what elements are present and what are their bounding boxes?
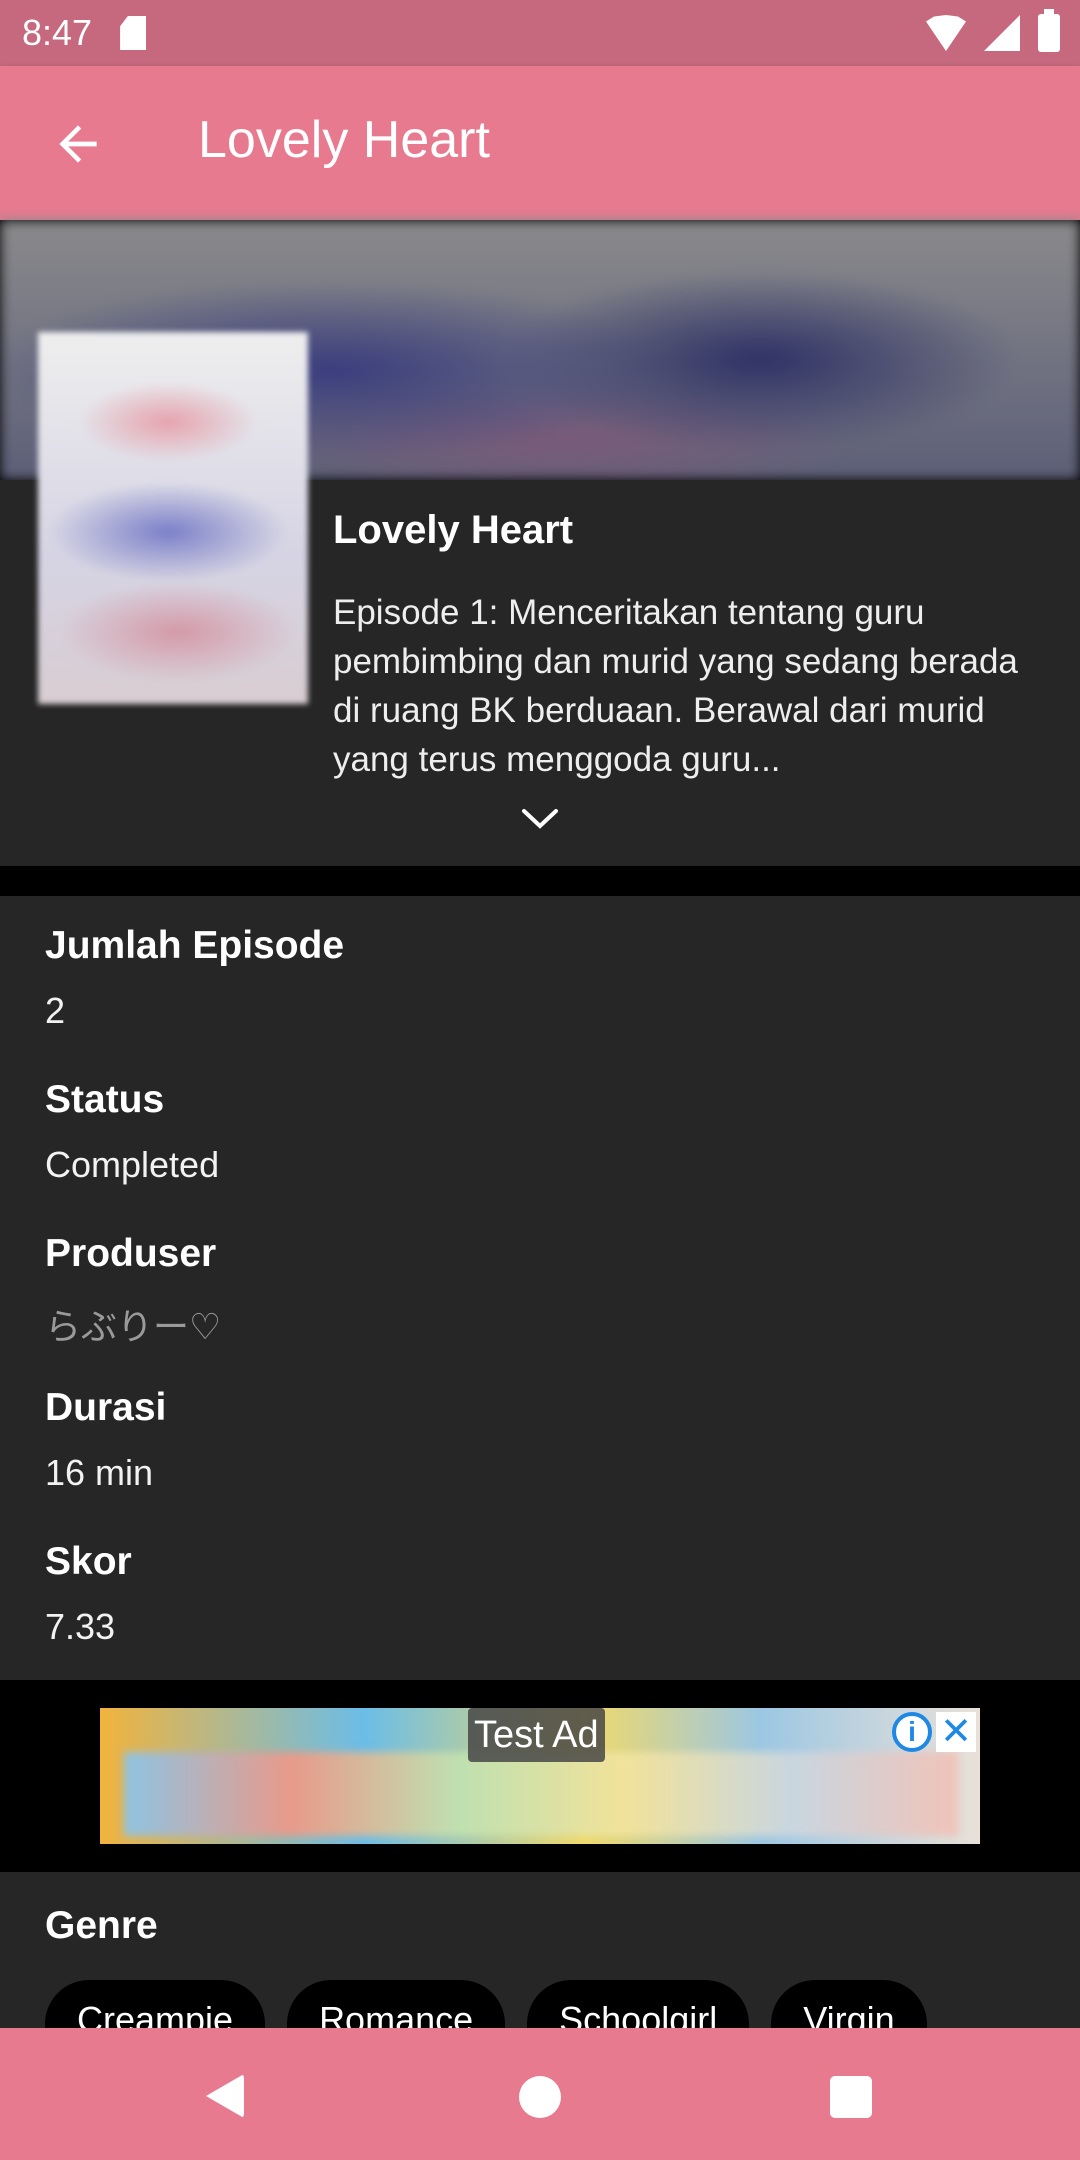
nav-recents-icon[interactable] (830, 2076, 872, 2118)
score-value: 7.33 (45, 1606, 116, 1647)
ad-banner[interactable]: Test Ad i ✕ (100, 1708, 980, 1844)
app-bar: Lovely Heart (0, 66, 1080, 220)
arrow-left-icon[interactable] (50, 116, 106, 172)
status-label: Status (45, 1078, 165, 1121)
details-card: Jumlah Episode 2 Status Completed Produs… (0, 896, 1080, 1680)
anime-title: Lovely Heart (333, 508, 574, 552)
genre-label: Genre (45, 1904, 158, 1947)
genre-chip[interactable]: Schoolgirl (527, 1980, 750, 2032)
genre-chip-list: Creampie Romance Schoolgirl Virgin (45, 1980, 927, 2032)
ad-image (124, 1752, 958, 1836)
producer-value: らぶりー♡ (45, 1306, 222, 1347)
producer-label: Produser (45, 1232, 217, 1275)
score-label: Skor (45, 1540, 132, 1583)
duration-label: Durasi (45, 1386, 167, 1429)
page-title: Lovely Heart (198, 111, 490, 169)
sd-card-icon (120, 16, 147, 50)
signal-icon (984, 15, 1020, 51)
cover-image (38, 332, 308, 704)
score-field: Skor 7.33 (45, 1540, 132, 1648)
info-icon[interactable]: i (892, 1712, 932, 1752)
status-value: Completed (45, 1144, 220, 1185)
episodes-label: Jumlah Episode (45, 924, 345, 967)
genre-chip[interactable]: Creampie (45, 1980, 266, 2032)
genre-card: Genre Creampie Romance Schoolgirl Virgin (0, 1872, 1080, 2032)
producer-field: Produser らぶりー♡ (45, 1232, 221, 1350)
duration-field: Durasi 16 min (45, 1386, 166, 1494)
wifi-icon (926, 15, 966, 51)
duration-value: 16 min (45, 1452, 154, 1493)
ad-label: Test Ad (468, 1708, 605, 1762)
status-icons (926, 9, 1060, 52)
status-bar: 8:47 (0, 0, 1080, 66)
chevron-down-icon[interactable] (520, 806, 560, 832)
navigation-bar (0, 2028, 1080, 2160)
synopsis-text: Episode 1: Menceritakan tentang guru pem… (333, 593, 1018, 779)
episodes-value: 2 (45, 990, 66, 1031)
episodes-field: Jumlah Episode 2 (45, 924, 344, 1032)
genre-chip[interactable]: Romance (287, 1980, 506, 2032)
close-icon[interactable]: ✕ (936, 1712, 976, 1752)
genre-chip[interactable]: Virgin (771, 1980, 927, 2032)
nav-home-icon[interactable] (519, 2076, 561, 2118)
status-time: 8:47 (22, 12, 93, 53)
status-field: Status Completed (45, 1078, 219, 1186)
nav-back-icon[interactable] (206, 2074, 244, 2118)
battery-icon (1038, 9, 1060, 52)
